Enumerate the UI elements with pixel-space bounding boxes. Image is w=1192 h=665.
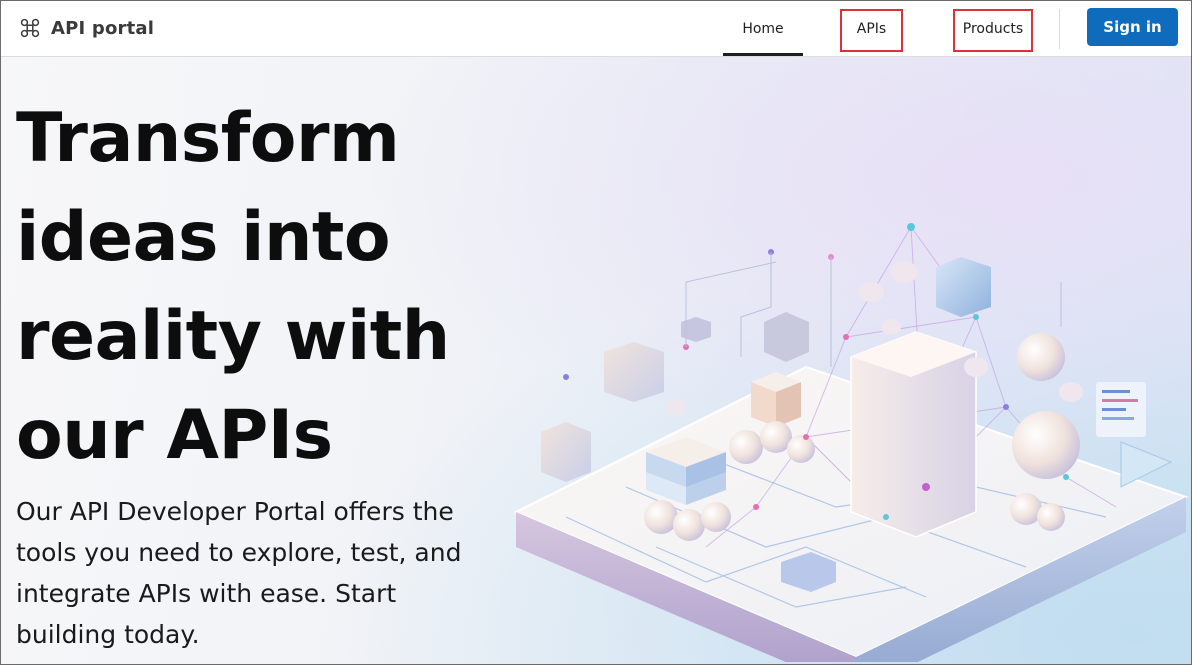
top-navigation-bar: API portal Home APIs Products Sign in bbox=[1, 1, 1191, 57]
brand[interactable]: API portal bbox=[19, 15, 154, 41]
command-icon bbox=[20, 18, 40, 38]
hero-section: Transform ideas into reality with our AP… bbox=[1, 57, 1191, 664]
highlight-box-products bbox=[953, 9, 1033, 52]
brand-name: API portal bbox=[51, 17, 155, 39]
nav-active-indicator bbox=[723, 53, 803, 56]
highlight-box-apis bbox=[840, 9, 903, 52]
api-platform-illustration bbox=[513, 223, 1189, 662]
sign-in-button[interactable]: Sign in bbox=[1087, 8, 1178, 46]
nav-home-label: Home bbox=[742, 21, 784, 37]
nav-home[interactable]: Home bbox=[723, 1, 803, 57]
browser-frame: API portal Home APIs Products Sign in Tr… bbox=[0, 0, 1192, 665]
hero-description: Our API Developer Portal offers the tool… bbox=[16, 497, 462, 649]
nav-divider bbox=[1059, 9, 1060, 49]
hero-title: Transform ideas into reality with our AP… bbox=[16, 99, 450, 475]
